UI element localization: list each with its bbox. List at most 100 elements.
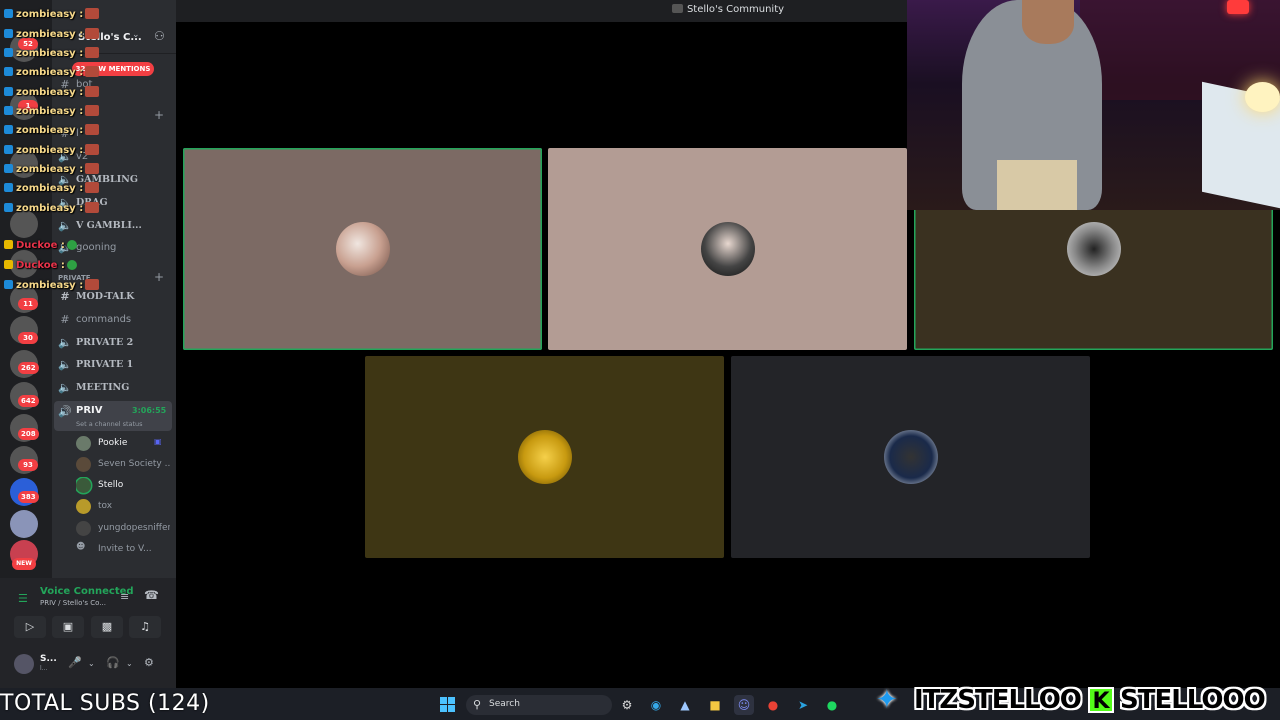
server-icon-13[interactable]: [10, 510, 38, 538]
invite-to-voice[interactable]: ☻ Invite to V...: [76, 541, 170, 559]
add-user-icon[interactable]: ⚇: [154, 29, 165, 43]
microphone-icon[interactable]: 🎤: [68, 656, 82, 669]
steam-app-icon[interactable]: ▲: [675, 695, 695, 715]
channel-v-gambling[interactable]: 🔈 V GAMBLI...: [58, 219, 170, 239]
voice-panel: ☰ Voice Connected PRIV / Stello's Co... …: [0, 578, 176, 688]
user-status: l...: [40, 665, 48, 672]
badge-icon: [4, 280, 13, 289]
activities-icon: ▩: [101, 620, 113, 633]
discord-app-icon[interactable]: ☺: [734, 695, 754, 715]
chat-line: zombieasy :: [4, 105, 100, 121]
chevron-down-icon[interactable]: ⌄: [88, 659, 95, 668]
avatar: [883, 430, 938, 484]
badge-icon: [4, 125, 13, 134]
soundboard-button[interactable]: ♫: [129, 616, 161, 638]
camera-off-button[interactable]: ▷: [14, 616, 46, 638]
video-tile[interactable]: [731, 356, 1090, 558]
badge-icon: [4, 203, 13, 212]
chat-line: zombieasy :: [4, 124, 100, 140]
social-banner: ✦ ITZSTELLOO K STELLOOO: [872, 682, 1280, 720]
screen-share-button[interactable]: ▣: [52, 616, 84, 638]
badge-icon: [4, 183, 13, 192]
rail-badge: 642: [18, 395, 39, 407]
chat-line: Duckoe :: [4, 240, 77, 256]
activities-button[interactable]: ▩: [91, 616, 123, 638]
channel-status[interactable]: Set a channel status: [76, 420, 143, 428]
webcam-lamp: [1245, 82, 1280, 112]
window-title: Stello's Community: [686, 4, 785, 15]
total-subs-overlay: TOTAL SUBS (124): [0, 691, 210, 716]
channel-meeting[interactable]: 🔈 MEETING: [58, 381, 170, 401]
channel-priv-active[interactable]: 🔊 PRIV 3:06:55 Set a channel status: [54, 401, 172, 431]
avatar: [76, 457, 91, 472]
gear-icon[interactable]: ⚙: [144, 656, 154, 669]
channel-private-1[interactable]: 🔈 PRIVATE 1: [58, 358, 170, 378]
spotify-app-icon[interactable]: ●: [822, 695, 842, 715]
chat-line: zombieasy :: [4, 182, 100, 198]
channel-priv-label: PRIV: [76, 405, 103, 416]
avatar: [700, 222, 755, 276]
voice-member[interactable]: Stello: [76, 477, 170, 495]
search-label: Search: [489, 699, 520, 709]
user-bar: S... l... 🎤 ⌄ 🎧 ⌄ ⚙: [0, 650, 176, 688]
search-icon: ⚲: [473, 698, 482, 711]
voice-member[interactable]: yungdopesniffer: [76, 520, 170, 538]
rail-badge: 93: [18, 459, 38, 471]
speaker-icon: 🔈: [58, 358, 72, 371]
add-channel-icon[interactable]: +: [154, 108, 164, 122]
badge-icon: [4, 29, 13, 38]
disconnect-icon[interactable]: ☎: [144, 588, 159, 602]
webcam-feed: [907, 0, 1280, 210]
emote-icon: [85, 279, 100, 290]
channel-commands[interactable]: # commands: [58, 313, 170, 333]
emote-icon: [85, 124, 100, 135]
chat-line: zombieasy :: [4, 279, 100, 295]
video-tile[interactable]: [183, 148, 542, 350]
chevron-down-icon: ⌄: [132, 30, 140, 40]
speaker-icon: 🔊: [58, 405, 72, 418]
camera-off-icon: ▷: [25, 620, 35, 633]
voice-member[interactable]: tox: [76, 498, 170, 516]
video-tile[interactable]: [365, 356, 724, 558]
voice-member[interactable]: Pookie ▣: [76, 435, 170, 453]
rail-badge: 262: [18, 362, 39, 374]
taskbar-search[interactable]: ⚲ Search: [466, 695, 612, 715]
badge-icon: [4, 67, 13, 76]
voice-location[interactable]: PRIV / Stello's Co...: [40, 599, 106, 607]
avatar: [76, 521, 91, 536]
chat-line: zombieasy :: [4, 163, 100, 179]
call-timer: 3:06:55: [132, 406, 167, 415]
username[interactable]: S...: [40, 654, 57, 664]
noise-suppression-icon[interactable]: ≡: [120, 590, 129, 603]
folder-app-icon[interactable]: ■: [705, 695, 725, 715]
chat-line: zombieasy :: [4, 8, 100, 24]
chat-line: zombieasy :: [4, 202, 100, 218]
badge-icon: [4, 9, 13, 18]
kick-icon: K: [1088, 687, 1114, 714]
chat-line: zombieasy :: [4, 47, 100, 63]
voice-member[interactable]: Seven Society ...: [76, 456, 170, 474]
rail-badge: 30: [18, 332, 38, 344]
avatar: [76, 478, 91, 493]
badge-icon: [4, 48, 13, 57]
headphones-icon[interactable]: 🎧: [106, 656, 120, 669]
chrome-app-icon[interactable]: ●: [763, 695, 783, 715]
avatar[interactable]: [14, 654, 34, 674]
channel-private-2[interactable]: 🔈 PRIVATE 2: [58, 336, 170, 356]
emote-icon: [85, 86, 100, 97]
rail-badge: 383: [18, 491, 39, 503]
chevron-down-icon[interactable]: ⌄: [126, 659, 133, 668]
windows-start-icon[interactable]: [440, 697, 455, 712]
add-person-icon: ☻: [76, 542, 86, 552]
twitter-handle: ITZSTELLOO: [914, 685, 1082, 715]
avatar: [76, 436, 91, 451]
webcam-head: [1022, 0, 1074, 44]
video-tile[interactable]: [548, 148, 907, 350]
badge-icon: [4, 106, 13, 115]
edge-app-icon[interactable]: ◉: [646, 695, 666, 715]
avatar: [1066, 222, 1121, 276]
telegram-app-icon[interactable]: ➤: [793, 695, 813, 715]
add-channel-icon[interactable]: +: [154, 270, 164, 284]
new-badge: NEW: [12, 558, 36, 570]
settings-app-icon[interactable]: ⚙: [617, 695, 637, 715]
